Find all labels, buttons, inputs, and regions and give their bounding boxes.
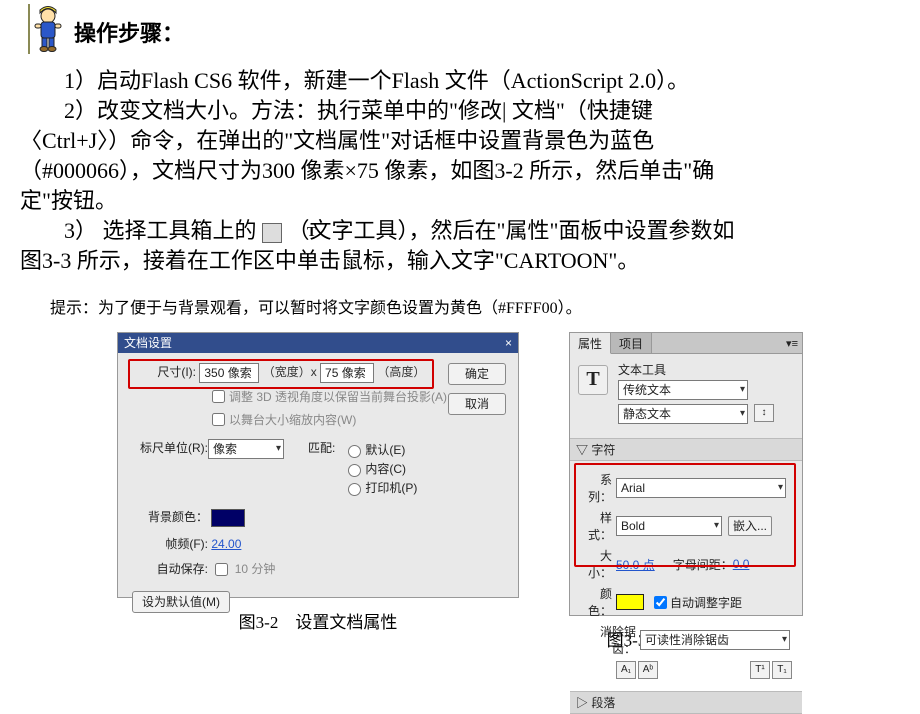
family-label: 系列：	[578, 471, 612, 505]
text-type-select-2[interactable]: 静态文本	[618, 404, 748, 424]
step-3-suffix: （文字工具），然后在"属性"面板中设置参数如	[288, 218, 735, 243]
match-printer-radio[interactable]	[348, 483, 361, 496]
panel-menu-icon[interactable]: ▾≡	[786, 333, 802, 353]
orientation-icon[interactable]: ↕	[754, 404, 774, 422]
section-paragraph[interactable]: ▷ 段落	[570, 691, 802, 714]
tip-text: 提示：为了便于与背景观看，可以暂时将文字颜色设置为黄色（#FFFF00）。	[50, 294, 900, 318]
font-style-select[interactable]: Bold	[616, 516, 722, 536]
width-input[interactable]: 350 像索	[199, 363, 259, 383]
font-size-value[interactable]: 50.0 点	[616, 556, 655, 573]
superscript-icon[interactable]: Aᵇ	[638, 661, 658, 679]
autosave-value: 10 分钟	[235, 562, 276, 576]
fps-label: 帧频(F):	[132, 535, 208, 552]
bg-color-swatch[interactable]	[211, 509, 245, 527]
antialias-select[interactable]: 可读性消除锯齿	[640, 630, 790, 650]
step-2-line-3: （#000066），文档尺寸为300 像素×75 像素，如图3-2 所示，然后单…	[20, 156, 900, 186]
t-option-2-icon[interactable]: T₁	[772, 661, 792, 679]
section-title: 操作步骤：	[74, 16, 184, 48]
section-character[interactable]: ▽ 字符	[570, 438, 802, 461]
scale-content-checkbox[interactable]	[212, 413, 225, 426]
antialias-label: 消除锯齿：	[578, 623, 636, 657]
font-size-label: 大小：	[578, 547, 612, 581]
subscript-icon[interactable]: A₁	[616, 661, 636, 679]
scale-content-label: 以舞台大小缩放内容(W)	[229, 411, 356, 428]
text-tool-big-icon: T	[578, 365, 608, 395]
autokern-label: 自动调整字距	[670, 594, 742, 611]
letter-spacing-label: 字母间距：	[673, 556, 733, 573]
match-content-label: 内容(C)	[365, 460, 406, 477]
size-label: 尺寸(I):	[132, 363, 196, 380]
style-label: 样式：	[578, 509, 612, 543]
dialog-title: 文档设置	[124, 333, 172, 353]
match-default-label: 默认(E)	[365, 441, 405, 458]
set-default-button[interactable]: 设为默认值(M)	[132, 591, 230, 613]
close-icon[interactable]: ×	[505, 333, 512, 353]
match-printer-label: 打印机(P)	[365, 479, 417, 496]
text-type-select-1[interactable]: 传统文本	[618, 380, 748, 400]
text-color-swatch[interactable]	[616, 594, 644, 610]
match-content-radio[interactable]	[348, 464, 361, 477]
text-color-label: 颜色：	[578, 585, 612, 619]
step-1: 1）启动Flash CS6 软件，新建一个Flash 文件（ActionScri…	[20, 66, 900, 96]
letter-spacing-value[interactable]: 0.0	[733, 557, 750, 571]
document-settings-dialog: 文档设置 × 确定 取消 尺寸(I): 350 像索 （宽度）x 75 像索 （…	[117, 332, 519, 598]
t-option-1-icon[interactable]: T¹	[750, 661, 770, 679]
fps-value[interactable]: 24.00	[211, 537, 241, 551]
tool-name-label: 文本工具	[618, 361, 794, 378]
autokern-checkbox[interactable]	[654, 596, 667, 609]
mascot-icon	[20, 8, 70, 56]
properties-panel: 属性 项目 ▾≡ T 文本工具 传统文本 静态文本 ↕	[569, 332, 803, 616]
bg-color-label: 背景颜色：	[132, 508, 208, 525]
step-2-line-1: 2）改变文档大小。方法：执行菜单中的"修改| 文档"（快捷键	[20, 96, 900, 126]
step-2-line-2: 〈Ctrl+J〉）命令，在弹出的"文档属性"对话框中设置背景色为蓝色	[20, 126, 900, 156]
ruler-unit-label: 标尺单位(R):	[132, 439, 208, 456]
font-family-select[interactable]: Arial	[616, 478, 786, 498]
autosave-label: 自动保存:	[132, 560, 208, 577]
match-label: 匹配:	[308, 441, 335, 455]
adjust-3d-label: 调整 3D 透视角度以保留当前舞台投影(A)	[229, 388, 447, 405]
autosave-checkbox[interactable]	[215, 563, 228, 576]
match-default-radio[interactable]	[348, 445, 361, 458]
adjust-3d-checkbox[interactable]	[212, 390, 225, 403]
embed-button[interactable]: 嵌入...	[728, 516, 772, 536]
ruler-unit-select[interactable]: 像索	[208, 439, 284, 459]
step-3-line-2: 图3-3 所示，接着在工作区中单击鼠标，输入文字"CARTOON"。	[20, 246, 900, 276]
tab-properties[interactable]: 属性	[570, 333, 611, 354]
text-tool-icon: T	[262, 223, 282, 243]
step-2-line-4: 定"按钮。	[20, 186, 900, 216]
step-3-line-1: 3） 选择工具箱上的 T （文字工具），然后在"属性"面板中设置参数如	[20, 216, 900, 246]
width-label: （宽度）x	[263, 365, 317, 379]
tab-project[interactable]: 项目	[611, 333, 652, 353]
step-3-prefix: 3） 选择工具箱上的	[64, 218, 257, 243]
cancel-button[interactable]: 取消	[448, 393, 506, 415]
height-input[interactable]: 75 像索	[320, 363, 374, 383]
height-label: （高度）	[377, 365, 425, 379]
